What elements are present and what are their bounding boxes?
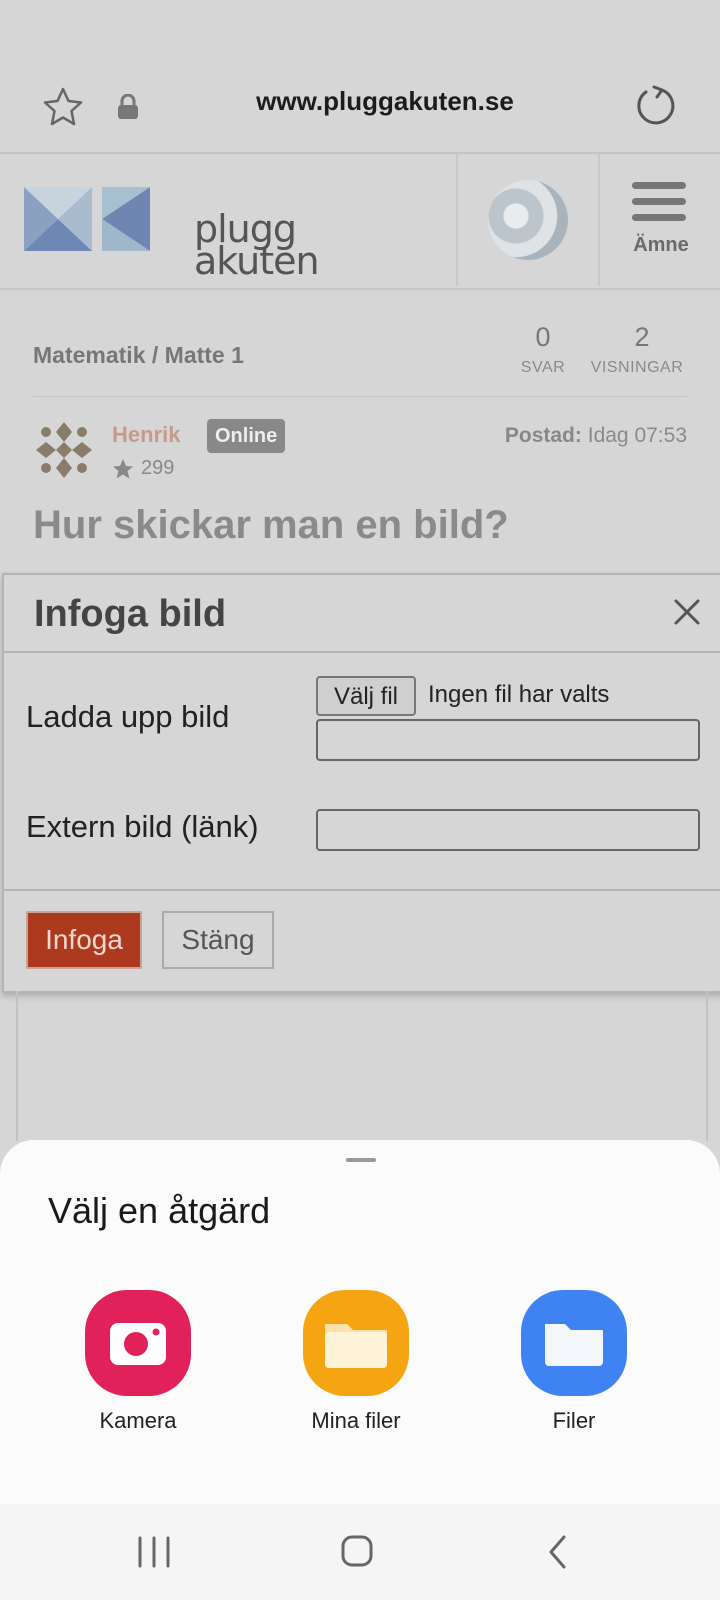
- home-icon[interactable]: [340, 1534, 374, 1568]
- dialog-divider: [4, 651, 720, 653]
- views-label: VISNINGAR: [590, 359, 684, 376]
- views-count: 2: [634, 322, 650, 352]
- posted-label: Postad:: [504, 424, 582, 447]
- action-chooser-sheet: Välj en åtgärd Kamera Mina filer Filer: [0, 1140, 720, 1504]
- hamburger-icon: [632, 182, 686, 189]
- app-label: Mina filer: [311, 1408, 401, 1433]
- upload-text-field[interactable]: [316, 719, 700, 761]
- recent-apps-icon[interactable]: [136, 1536, 172, 1568]
- browser-address-bar: www.pluggakuten.se: [0, 0, 720, 154]
- breadcrumb[interactable]: Matematik / Matte 1: [33, 342, 244, 369]
- reputation-star-icon: [113, 459, 133, 479]
- posted-time-value: Idag 07:53: [587, 424, 687, 447]
- file-status-text: Ingen fil har valts: [428, 681, 610, 708]
- editor-frame: [16, 991, 708, 1141]
- my-files-icon: [303, 1290, 409, 1396]
- reload-icon[interactable]: [632, 84, 676, 128]
- back-icon[interactable]: [546, 1534, 570, 1570]
- upload-label: Ladda upp bild: [26, 699, 230, 734]
- insert-button[interactable]: Infoga: [26, 911, 142, 969]
- posted-time: Postad: Idag 07:53: [380, 424, 687, 448]
- site-header: plugg akuten Ämne: [0, 154, 720, 290]
- menu-label: Ämne: [633, 234, 689, 256]
- reputation-count: 299: [141, 457, 175, 479]
- insert-image-dialog: Infoga bild Ladda upp bild Välj fil Inge…: [2, 573, 720, 993]
- question-title: Hur skickar man en bild?: [33, 503, 509, 547]
- logo-mark-icon: [24, 187, 150, 251]
- close-icon[interactable]: [670, 595, 704, 629]
- answers-count: 0: [535, 322, 551, 352]
- camera-icon: [85, 1290, 191, 1396]
- app-label: Filer: [552, 1408, 596, 1433]
- dialog-divider: [4, 889, 720, 891]
- bookmark-star-icon[interactable]: [42, 86, 84, 128]
- answers-label: SVAR: [520, 359, 566, 376]
- user-avatar[interactable]: [488, 180, 568, 260]
- external-image-label: Extern bild (länk): [26, 809, 259, 844]
- subject-menu-button[interactable]: Ämne: [602, 178, 720, 274]
- site-logo[interactable]: plugg akuten: [24, 187, 320, 280]
- files-icon: [521, 1290, 627, 1396]
- author-avatar[interactable]: [32, 418, 96, 482]
- sheet-title: Välj en åtgärd: [48, 1190, 271, 1231]
- system-navigation-bar: [0, 1504, 720, 1600]
- dialog-title: Infoga bild: [34, 593, 227, 635]
- divider: [33, 396, 687, 397]
- app-label: Kamera: [99, 1408, 177, 1433]
- sheet-drag-handle[interactable]: [346, 1158, 376, 1162]
- close-button[interactable]: Stäng: [162, 911, 274, 969]
- lock-icon: [118, 94, 138, 119]
- logo-text-line2: akuten: [194, 239, 320, 283]
- choose-file-button[interactable]: Välj fil: [316, 676, 416, 716]
- external-image-url-input[interactable]: [316, 809, 700, 851]
- header-divider: [456, 154, 458, 286]
- author-name[interactable]: Henrik: [112, 422, 180, 448]
- online-status-badge: Online: [207, 419, 286, 453]
- header-divider: [598, 154, 600, 286]
- url-text[interactable]: www.pluggakuten.se: [200, 86, 570, 117]
